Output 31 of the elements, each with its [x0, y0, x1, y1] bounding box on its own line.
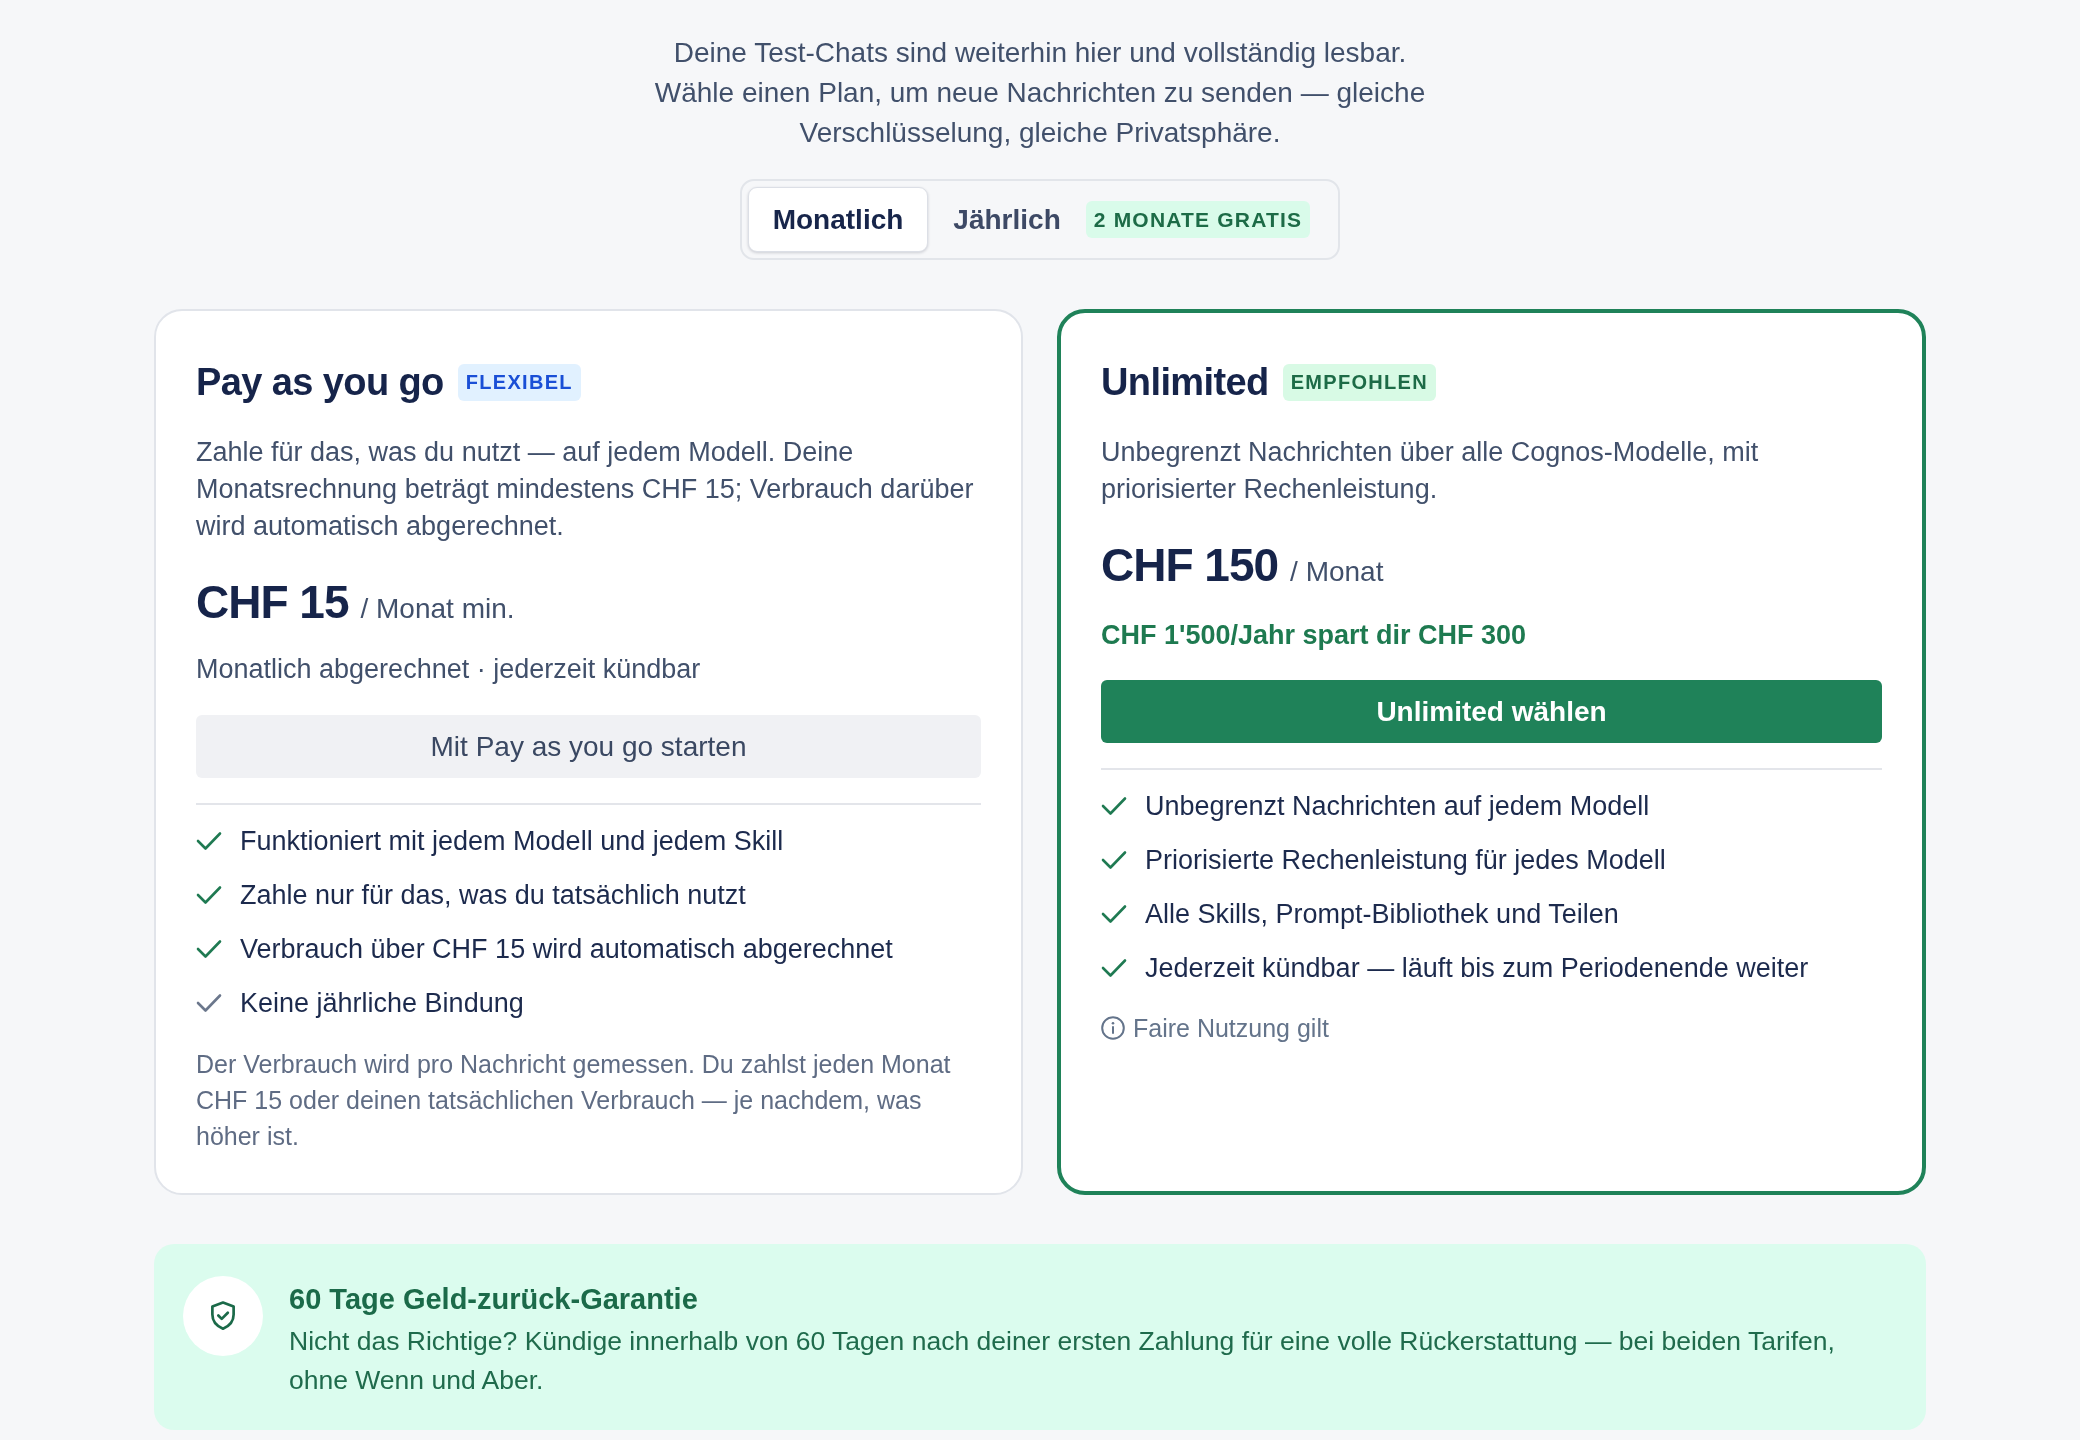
plan-description: Unbegrenzt Nachrichten über alle Cognos-Modelle, mit priorisierter Rechenleistung. [1101, 436, 1760, 506]
plan-badge: EMPFOHLEN [1282, 363, 1436, 401]
feature-text: Zahle nur für das, was du tatsächlich nutzt [240, 879, 746, 912]
price-period: / Monat [1290, 556, 1384, 588]
billing-tab[interactable]: Monatlich [747, 187, 929, 252]
feature-text: Verbrauch über CHF 15 wird automatisch abgerechnet [240, 933, 893, 966]
guarantee-title: 60 Tage Geld-zurück-Garantie [289, 1282, 699, 1316]
price-period: / Monat min. [360, 593, 515, 625]
footnote-text: Der Verbrauch wird pro Nachricht gemessen. Du zahlst jeden Monat CHF 15 oder deinen tatsächlichen Verbrauch — je nachdem, was höher ist. [196, 1049, 952, 1152]
price-amount: CHF 15 [196, 575, 349, 630]
feature-text: Funktioniert mit jedem Modell und jedem Skill [240, 825, 784, 858]
fair-use-note: Faire Nutzung gilt [1133, 1013, 1329, 1044]
savings-note: CHF 1'500/Jahr spart dir CHF 300 [1101, 619, 1528, 652]
feature-text: Jederzeit kündbar — läuft bis zum Periodenende weiter [1145, 952, 1809, 985]
cta-button[interactable]: Mit Pay as you go starten [196, 715, 981, 778]
feature-text: Alle Skills, Prompt-Bibliothek und Teilen [1145, 898, 1619, 931]
intro-text: Deine Test-Chats sind weiterhin hier und vollständig lesbar. Wähle einen Plan, um neue Nachrichten zu senden — gleiche Verschlüsselung, gleiche Privatsphäre. [653, 36, 1427, 150]
plan-title: Unlimited [1101, 361, 1269, 403]
plan-title: Pay as you go [196, 361, 444, 403]
info-icon [1101, 1016, 1125, 1040]
feature-text: Keine jährliche Bindung [240, 987, 524, 1020]
price-amount: CHF 150 [1101, 538, 1279, 593]
promo-badge: 2 MONATE GRATIS [1085, 201, 1311, 238]
cta-button[interactable]: Unlimited wählen [1101, 680, 1882, 743]
feature-text: Priorisierte Rechenleistung für jedes Modell [1145, 844, 1666, 877]
guarantee-text: Nicht das Richtige? Kündige innerhalb von 60 Tagen nach deiner ersten Zahlung für eine volle Rückerstattung — bei beiden Tarifen, ohne Wenn und Aber. [289, 1325, 1836, 1397]
billing-note: Monatlich abgerechnet · jederzeit kündbar [196, 653, 702, 686]
plan-badge: FLEXIBEL [457, 363, 581, 401]
plan-description: Zahle für das, was du nutzt — auf jedem Modell. Deine Monatsrechnung beträgt mindestens CHF 15; Verbrauch darüber wird automatisch abgerechnet. [196, 436, 975, 543]
billing-tab[interactable]: Jährlich [928, 187, 1086, 252]
feature-text: Unbegrenzt Nachrichten auf jedem Modell [1145, 790, 1650, 823]
